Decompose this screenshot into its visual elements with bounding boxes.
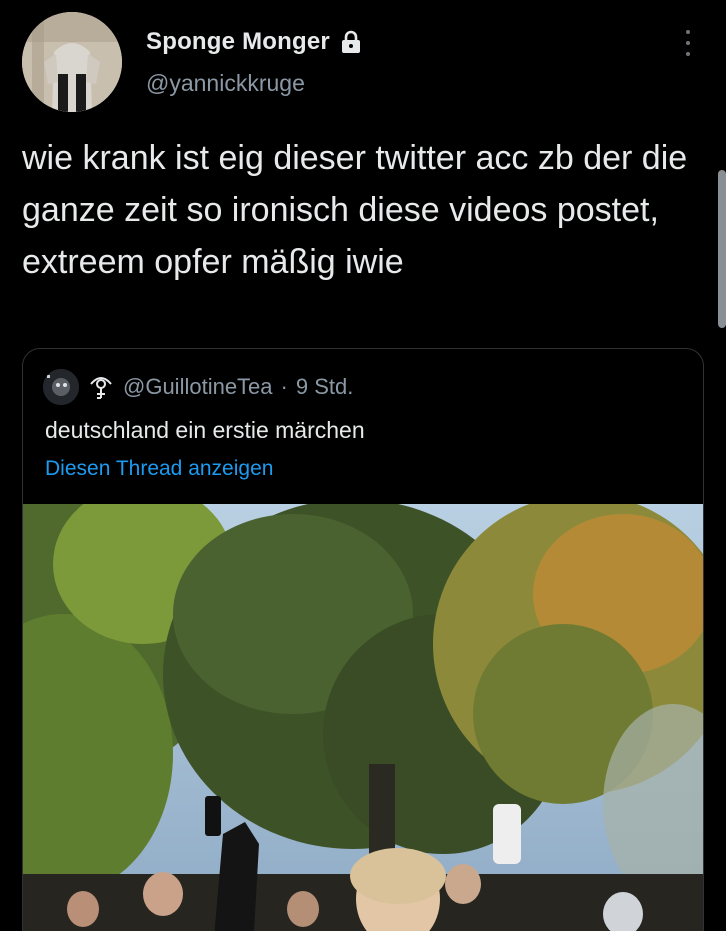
author-handle[interactable]: @yannickkruge xyxy=(146,70,305,97)
lock-icon xyxy=(340,30,362,54)
author-name-label: Sponge Monger xyxy=(146,28,330,55)
show-thread-link[interactable]: Diesen Thread anzeigen xyxy=(45,457,273,481)
author-avatar[interactable] xyxy=(22,12,122,112)
quoted-tweet-header: @GuillotineTea · 9 Std. xyxy=(43,369,353,405)
author-name[interactable]: Sponge Monger xyxy=(146,28,362,56)
header-separator: · xyxy=(280,374,288,399)
quoted-author-avatar[interactable] xyxy=(43,369,79,405)
tweet-text: wie krank ist eig dieser twitter acc zb … xyxy=(22,139,688,281)
more-options-icon[interactable] xyxy=(678,28,698,58)
quoted-tweet-time[interactable]: 9 Std. xyxy=(296,374,353,400)
tweet[interactable]: Sponge Monger @yannickkruge wie krank is… xyxy=(0,0,726,931)
hazard-symbol-icon xyxy=(87,374,115,400)
quoted-tweet[interactable]: @GuillotineTea · 9 Std. deutschland ein … xyxy=(22,348,704,931)
quoted-author-handle[interactable]: @GuillotineTea xyxy=(123,374,273,400)
quoted-tweet-text: deutschland ein erstie märchen xyxy=(45,417,365,443)
scrollbar-thumb[interactable] xyxy=(718,170,726,328)
quoted-tweet-video[interactable] xyxy=(23,504,703,931)
